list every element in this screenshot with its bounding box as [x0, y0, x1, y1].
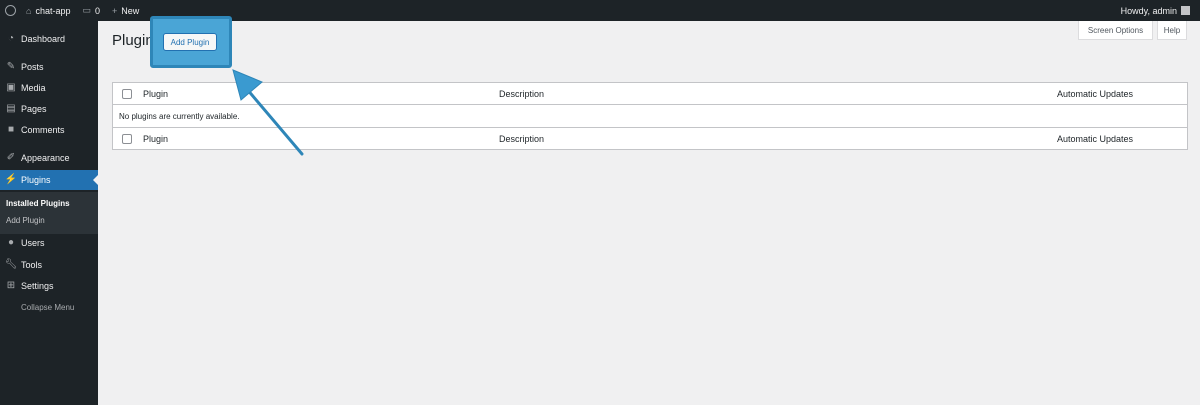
- users-icon: ●: [7, 237, 15, 248]
- sidebar-item-settings[interactable]: ⊞ Settings: [0, 276, 98, 296]
- add-plugin-button[interactable]: Add Plugin: [163, 33, 217, 51]
- empty-message: No plugins are currently available.: [119, 111, 240, 121]
- comments-icon: ■: [7, 124, 15, 135]
- column-automatic-updates: Automatic Updates: [1057, 88, 1134, 99]
- sidebar-item-comments[interactable]: ■ Comments: [0, 120, 98, 140]
- settings-icon: ⊞: [6, 280, 16, 291]
- sidebar-item-label: Dashboard: [21, 34, 66, 44]
- sidebar-item-posts[interactable]: ✎ Posts: [0, 57, 98, 77]
- comment-bubble-icon: ▭: [82, 5, 91, 15]
- sidebar-item-users[interactable]: ● Users: [0, 233, 98, 253]
- column-description-footer: Description: [499, 133, 545, 144]
- media-icon: ▣: [6, 82, 16, 93]
- comments-link[interactable]: ▭ 0: [76, 0, 106, 21]
- sidebar-item-label: Comments: [21, 125, 65, 135]
- sidebar-item-label: Settings: [21, 281, 54, 291]
- avatar: [1181, 6, 1190, 15]
- help-button[interactable]: Help: [1157, 21, 1187, 40]
- home-icon: ⌂: [26, 5, 32, 16]
- sidebar-item-appearance[interactable]: ✐ Appearance: [0, 148, 98, 168]
- new-label: New: [121, 5, 140, 16]
- sidebar-item-label: Plugins: [21, 175, 51, 185]
- screen-options-button[interactable]: Screen Options: [1078, 21, 1153, 40]
- column-automatic-updates-footer: Automatic Updates: [1057, 133, 1134, 144]
- site-name-link[interactable]: ⌂ chat-app: [20, 0, 76, 21]
- sidebar-item-dashboard[interactable]: ◔ Dashboard: [0, 29, 98, 49]
- wordpress-logo-icon[interactable]: [0, 0, 20, 21]
- column-description: Description: [499, 88, 545, 99]
- column-plugin: Plugin: [143, 88, 169, 99]
- sidebar-item-media[interactable]: ▣ Media: [0, 78, 98, 98]
- select-all-checkbox[interactable]: [122, 88, 132, 99]
- table-footer-row: Plugin Description Automatic Updates: [113, 127, 1187, 149]
- plugins-submenu: Installed Plugins Add Plugin: [0, 192, 98, 234]
- select-all-checkbox-footer[interactable]: [122, 133, 132, 144]
- sidebar-item-plugins[interactable]: ⚡ Plugins: [0, 170, 98, 190]
- plugins-table: Plugin Description Automatic Updates No …: [112, 82, 1188, 150]
- sidebar-item-pages[interactable]: ▤ Pages: [0, 99, 98, 119]
- submenu-add-plugin[interactable]: Add Plugin: [6, 216, 45, 225]
- new-content-link[interactable]: + New: [106, 0, 145, 21]
- comments-count: 0: [94, 5, 100, 16]
- account-menu[interactable]: Howdy, admin: [1121, 0, 1200, 21]
- pin-icon: ✎: [6, 61, 16, 72]
- submenu-installed-plugins[interactable]: Installed Plugins: [6, 199, 70, 208]
- pages-icon: ▤: [6, 103, 16, 114]
- column-plugin-footer: Plugin: [143, 133, 169, 144]
- sidebar-item-label: Tools: [21, 260, 43, 270]
- plus-icon: +: [112, 5, 118, 16]
- brush-icon: ✐: [6, 152, 16, 163]
- active-pointer: [93, 175, 98, 185]
- collapse-menu-button[interactable]: Collapse Menu: [21, 303, 74, 312]
- wrench-icon: 🔧︎: [4, 259, 18, 270]
- howdy-text: Howdy, admin: [1120, 5, 1177, 16]
- sidebar-item-label: Media: [21, 83, 46, 93]
- table-header-row: Plugin Description Automatic Updates: [113, 83, 1187, 105]
- admin-sidebar: ◔ Dashboard ✎ Posts ▣ Media ▤ Pages ■ Co…: [0, 21, 98, 405]
- site-name: chat-app: [35, 5, 71, 16]
- dashboard-icon: ◔: [7, 33, 15, 44]
- table-row: No plugins are currently available.: [113, 105, 1187, 127]
- sidebar-item-label: Pages: [21, 104, 47, 114]
- sidebar-item-tools[interactable]: 🔧︎ Tools: [0, 255, 98, 275]
- plugin-icon: ⚡: [4, 174, 18, 185]
- sidebar-item-label: Appearance: [21, 153, 70, 163]
- sidebar-item-label: Posts: [21, 62, 44, 72]
- sidebar-item-label: Users: [21, 238, 45, 248]
